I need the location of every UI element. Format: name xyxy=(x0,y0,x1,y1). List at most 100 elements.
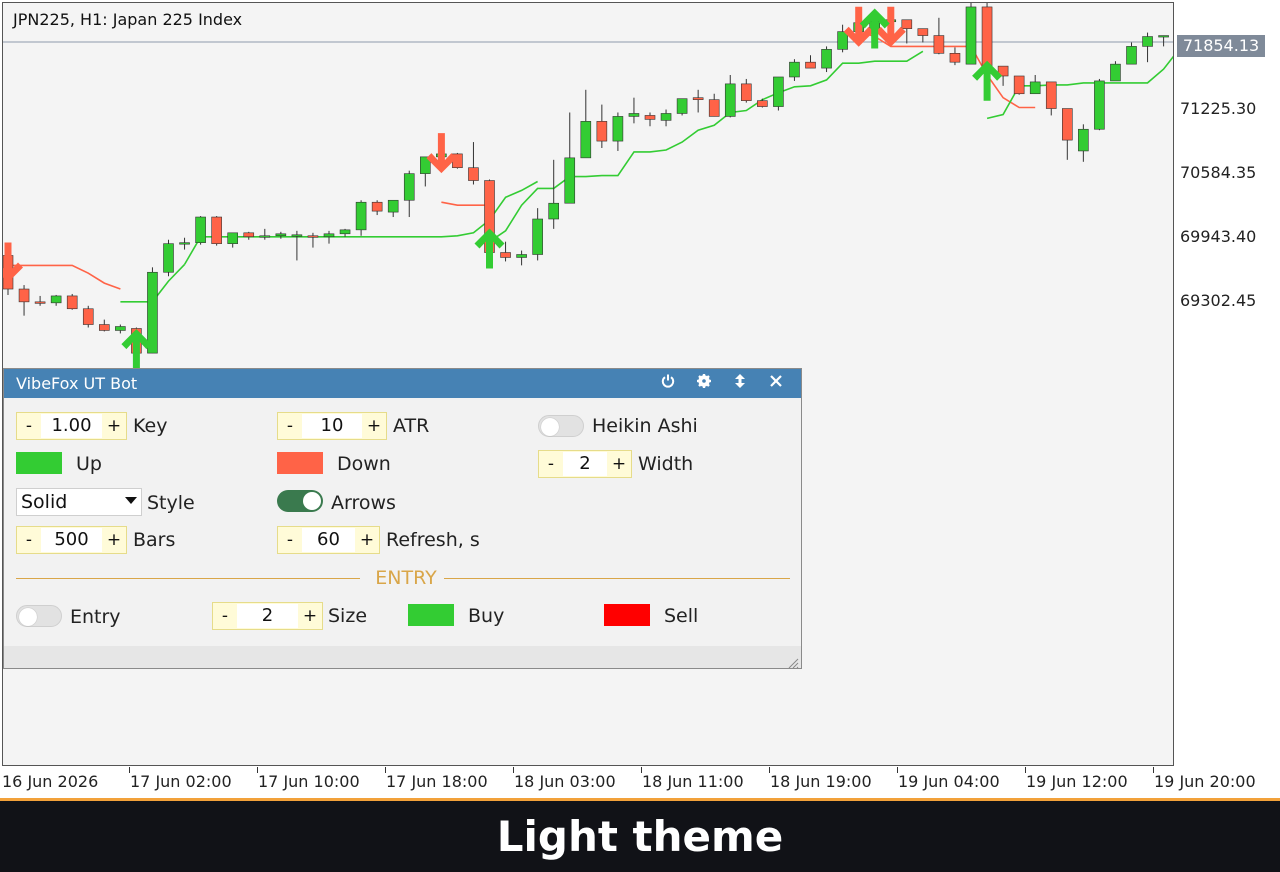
key-decrement-button[interactable]: - xyxy=(17,413,41,439)
key-label: Key xyxy=(133,415,168,437)
style-label: Style xyxy=(147,492,195,514)
entry-label: Entry xyxy=(70,606,121,628)
candle-body xyxy=(532,218,543,255)
candle-body xyxy=(195,216,206,243)
width-value-input[interactable]: 2 xyxy=(563,452,607,476)
entry-toggle[interactable] xyxy=(16,605,62,627)
candle-body xyxy=(1142,36,1153,47)
size-decrement-button[interactable]: - xyxy=(213,603,237,629)
candle-body xyxy=(628,113,640,117)
buy-color-swatch[interactable] xyxy=(408,604,454,626)
candle-body xyxy=(580,121,592,159)
candle-body xyxy=(34,301,46,304)
time-axis-label: 19 Jun 04:00 xyxy=(898,772,1000,791)
atr-increment-button[interactable]: + xyxy=(362,413,386,439)
bars-increment-button[interactable]: + xyxy=(102,527,126,553)
candle-body xyxy=(837,31,848,50)
close-icon[interactable] xyxy=(766,373,786,393)
candle-body xyxy=(660,113,672,121)
style-select-value: Solid xyxy=(21,491,68,513)
candle-body xyxy=(1110,63,1121,82)
time-axis-label: 19 Jun 12:00 xyxy=(1026,772,1128,791)
key-stepper: - 1.00 + xyxy=(16,412,127,440)
key-increment-button[interactable]: + xyxy=(102,413,126,439)
candle-body xyxy=(692,97,704,100)
width-label: Width xyxy=(638,453,694,475)
atr-value-input[interactable]: 10 xyxy=(302,414,362,438)
candle-body xyxy=(1158,35,1169,38)
ut-bot-panel: VibeFox UT Bot - 1.00 + Key - 10 + ATR H… xyxy=(3,368,802,669)
size-increment-button[interactable]: + xyxy=(298,603,322,629)
candle-body xyxy=(1029,81,1041,95)
candle-body xyxy=(757,100,768,107)
time-axis-label: 18 Jun 19:00 xyxy=(770,772,872,791)
toggle-knob xyxy=(541,418,559,436)
time-axis-label: 18 Jun 11:00 xyxy=(642,772,744,791)
candle-body xyxy=(1013,75,1025,95)
sell-signal-arrow xyxy=(843,6,874,47)
width-decrement-button[interactable]: - xyxy=(539,451,563,477)
candle-body xyxy=(676,98,688,114)
time-axis-label: 17 Jun 18:00 xyxy=(386,772,488,791)
candle-body xyxy=(259,235,271,238)
candle-body xyxy=(516,254,527,258)
down-color-swatch[interactable] xyxy=(277,452,323,474)
bars-decrement-button[interactable]: - xyxy=(17,527,41,553)
up-color-swatch[interactable] xyxy=(16,452,62,474)
toggle-knob xyxy=(303,492,321,510)
size-stepper: - 2 + xyxy=(212,602,323,630)
candle-body xyxy=(355,201,367,231)
sell-color-swatch[interactable] xyxy=(604,604,650,626)
chevron-down-icon xyxy=(125,497,137,504)
resize-grip-icon[interactable] xyxy=(787,654,799,669)
candle-body xyxy=(468,167,479,181)
width-stepper: - 2 + xyxy=(538,450,632,478)
bars-label: Bars xyxy=(133,529,176,551)
candle-body xyxy=(1045,81,1057,109)
refresh-increment-button[interactable]: + xyxy=(355,527,379,553)
candle-body xyxy=(387,199,399,213)
size-value-input[interactable]: 2 xyxy=(237,604,298,628)
trailing-stop-line xyxy=(441,201,490,206)
theme-caption: Light theme xyxy=(496,812,784,861)
candle-body xyxy=(1062,108,1073,141)
time-axis-label: 17 Jun 10:00 xyxy=(258,772,360,791)
candle-body xyxy=(773,76,784,107)
candle-body xyxy=(403,173,415,201)
candle-body xyxy=(596,121,608,142)
refresh-decrement-button[interactable]: - xyxy=(278,527,302,553)
price-axis-label: 70584.35 xyxy=(1180,163,1257,182)
candle-body xyxy=(291,234,303,237)
refresh-value-input[interactable]: 60 xyxy=(302,528,355,552)
candle-body xyxy=(708,99,720,117)
candle-body xyxy=(1094,80,1105,130)
candle-body xyxy=(917,28,929,36)
heikin-ashi-toggle[interactable] xyxy=(538,415,584,437)
candle-body xyxy=(548,202,560,220)
arrows-toggle[interactable] xyxy=(277,490,323,512)
toggle-knob xyxy=(19,608,37,626)
power-icon[interactable] xyxy=(658,373,678,393)
key-value-input[interactable]: 1.00 xyxy=(41,414,102,438)
arrows-label: Arrows xyxy=(331,492,396,514)
time-axis-label: 17 Jun 02:00 xyxy=(130,772,232,791)
candle-body xyxy=(564,157,576,204)
width-increment-button[interactable]: + xyxy=(607,451,631,477)
style-select[interactable]: Solid xyxy=(16,488,142,516)
panel-header[interactable]: VibeFox UT Bot xyxy=(4,369,801,398)
bars-stepper: - 500 + xyxy=(16,526,127,554)
atr-label: ATR xyxy=(393,415,430,437)
refresh-label: Refresh, s xyxy=(386,529,480,551)
candle-body xyxy=(500,252,511,258)
price-axis-label: 69302.45 xyxy=(1180,291,1257,310)
move-icon[interactable] xyxy=(730,373,750,393)
buy-signal-arrow xyxy=(121,329,152,370)
candle-body xyxy=(211,216,222,244)
candle-body xyxy=(115,326,126,331)
gear-icon[interactable] xyxy=(694,373,714,393)
candle-body xyxy=(179,242,190,245)
sell-signal-arrow xyxy=(426,133,457,174)
candle-body xyxy=(18,288,30,303)
atr-decrement-button[interactable]: - xyxy=(278,413,302,439)
bars-value-input[interactable]: 500 xyxy=(41,528,102,552)
